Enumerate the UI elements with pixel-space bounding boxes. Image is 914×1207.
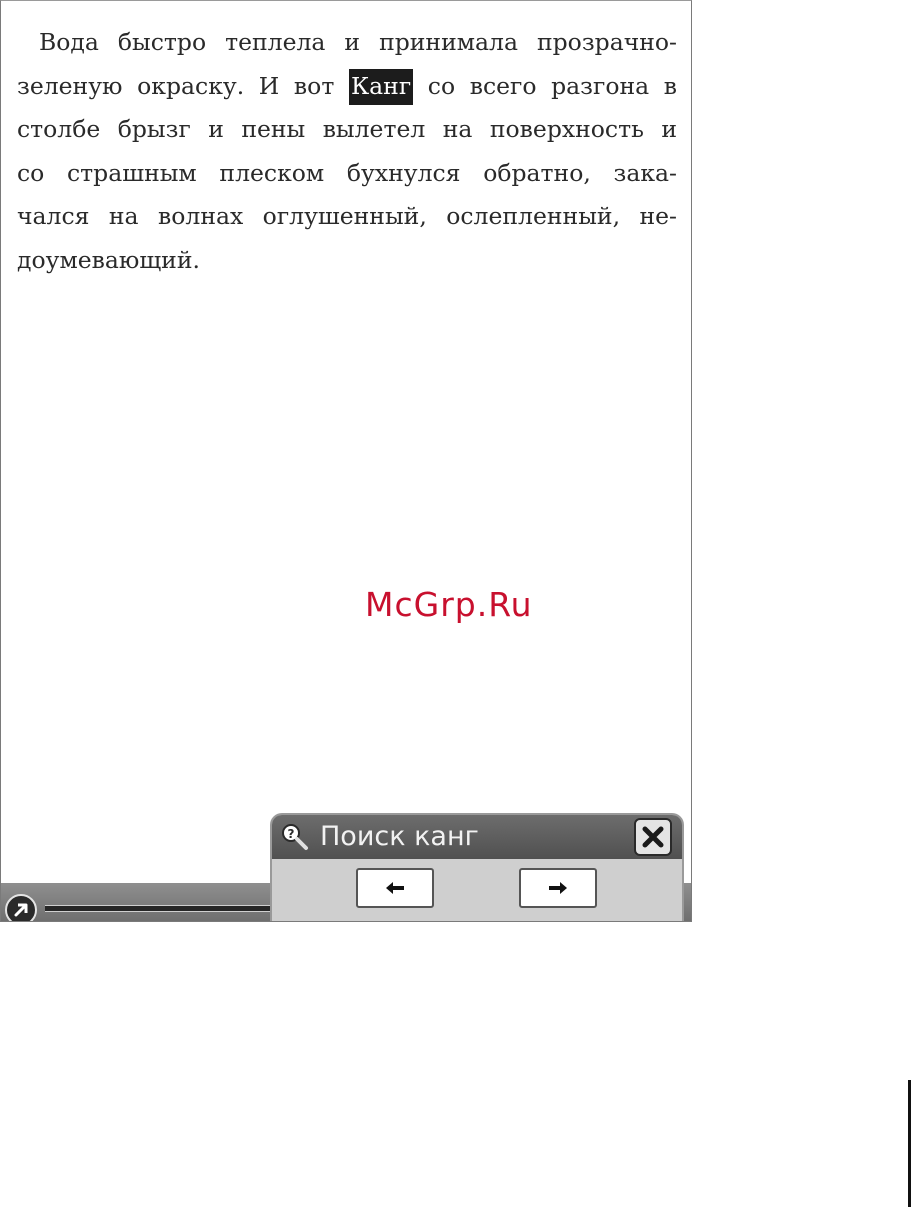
search-dialog-header: ? Поиск канг xyxy=(272,815,682,859)
arrow-left-icon xyxy=(386,882,404,894)
reader-screen: Вода быстро теплела и принимала прозрачн… xyxy=(0,0,692,922)
page-edge-mark xyxy=(908,1080,911,1207)
navigation-button[interactable] xyxy=(5,894,37,921)
text-line-2-end: со всего разгона в xyxy=(427,71,677,100)
text-line-5: чался на волнах оглушенный, ослепленный,… xyxy=(17,202,677,230)
svg-text:?: ? xyxy=(288,827,295,841)
book-page-text: Вода быстро теплела и принимала прозрачн… xyxy=(17,21,677,282)
next-match-button[interactable] xyxy=(519,868,597,908)
text-line-2-start: зеленую окраску. И вот xyxy=(17,71,335,100)
close-icon xyxy=(642,826,664,848)
arrow-up-right-icon xyxy=(14,903,28,917)
watermark: McGrp.Ru xyxy=(365,585,533,624)
previous-match-button[interactable] xyxy=(356,868,434,908)
text-line-6: доумевающий. xyxy=(17,245,200,274)
text-line-4: со страшным плеском бухнулся обратно, за… xyxy=(17,158,677,187)
reading-progress-bar[interactable] xyxy=(45,905,285,912)
search-match-highlight: Канг xyxy=(348,68,414,105)
arrow-right-icon xyxy=(549,882,567,894)
search-help-icon: ? xyxy=(282,824,308,850)
text-line-1: Вода быстро теплела и принимала прозрачн… xyxy=(39,28,677,56)
search-query-title: Поиск канг xyxy=(320,821,479,852)
text-line-3: столбе брызг и пены вылетел на поверхнос… xyxy=(17,115,677,143)
text-line-2: зеленую окраску. И вот Канг со всего раз… xyxy=(17,65,677,109)
close-search-button[interactable] xyxy=(634,818,672,856)
search-dialog: ? Поиск канг xyxy=(270,813,684,921)
